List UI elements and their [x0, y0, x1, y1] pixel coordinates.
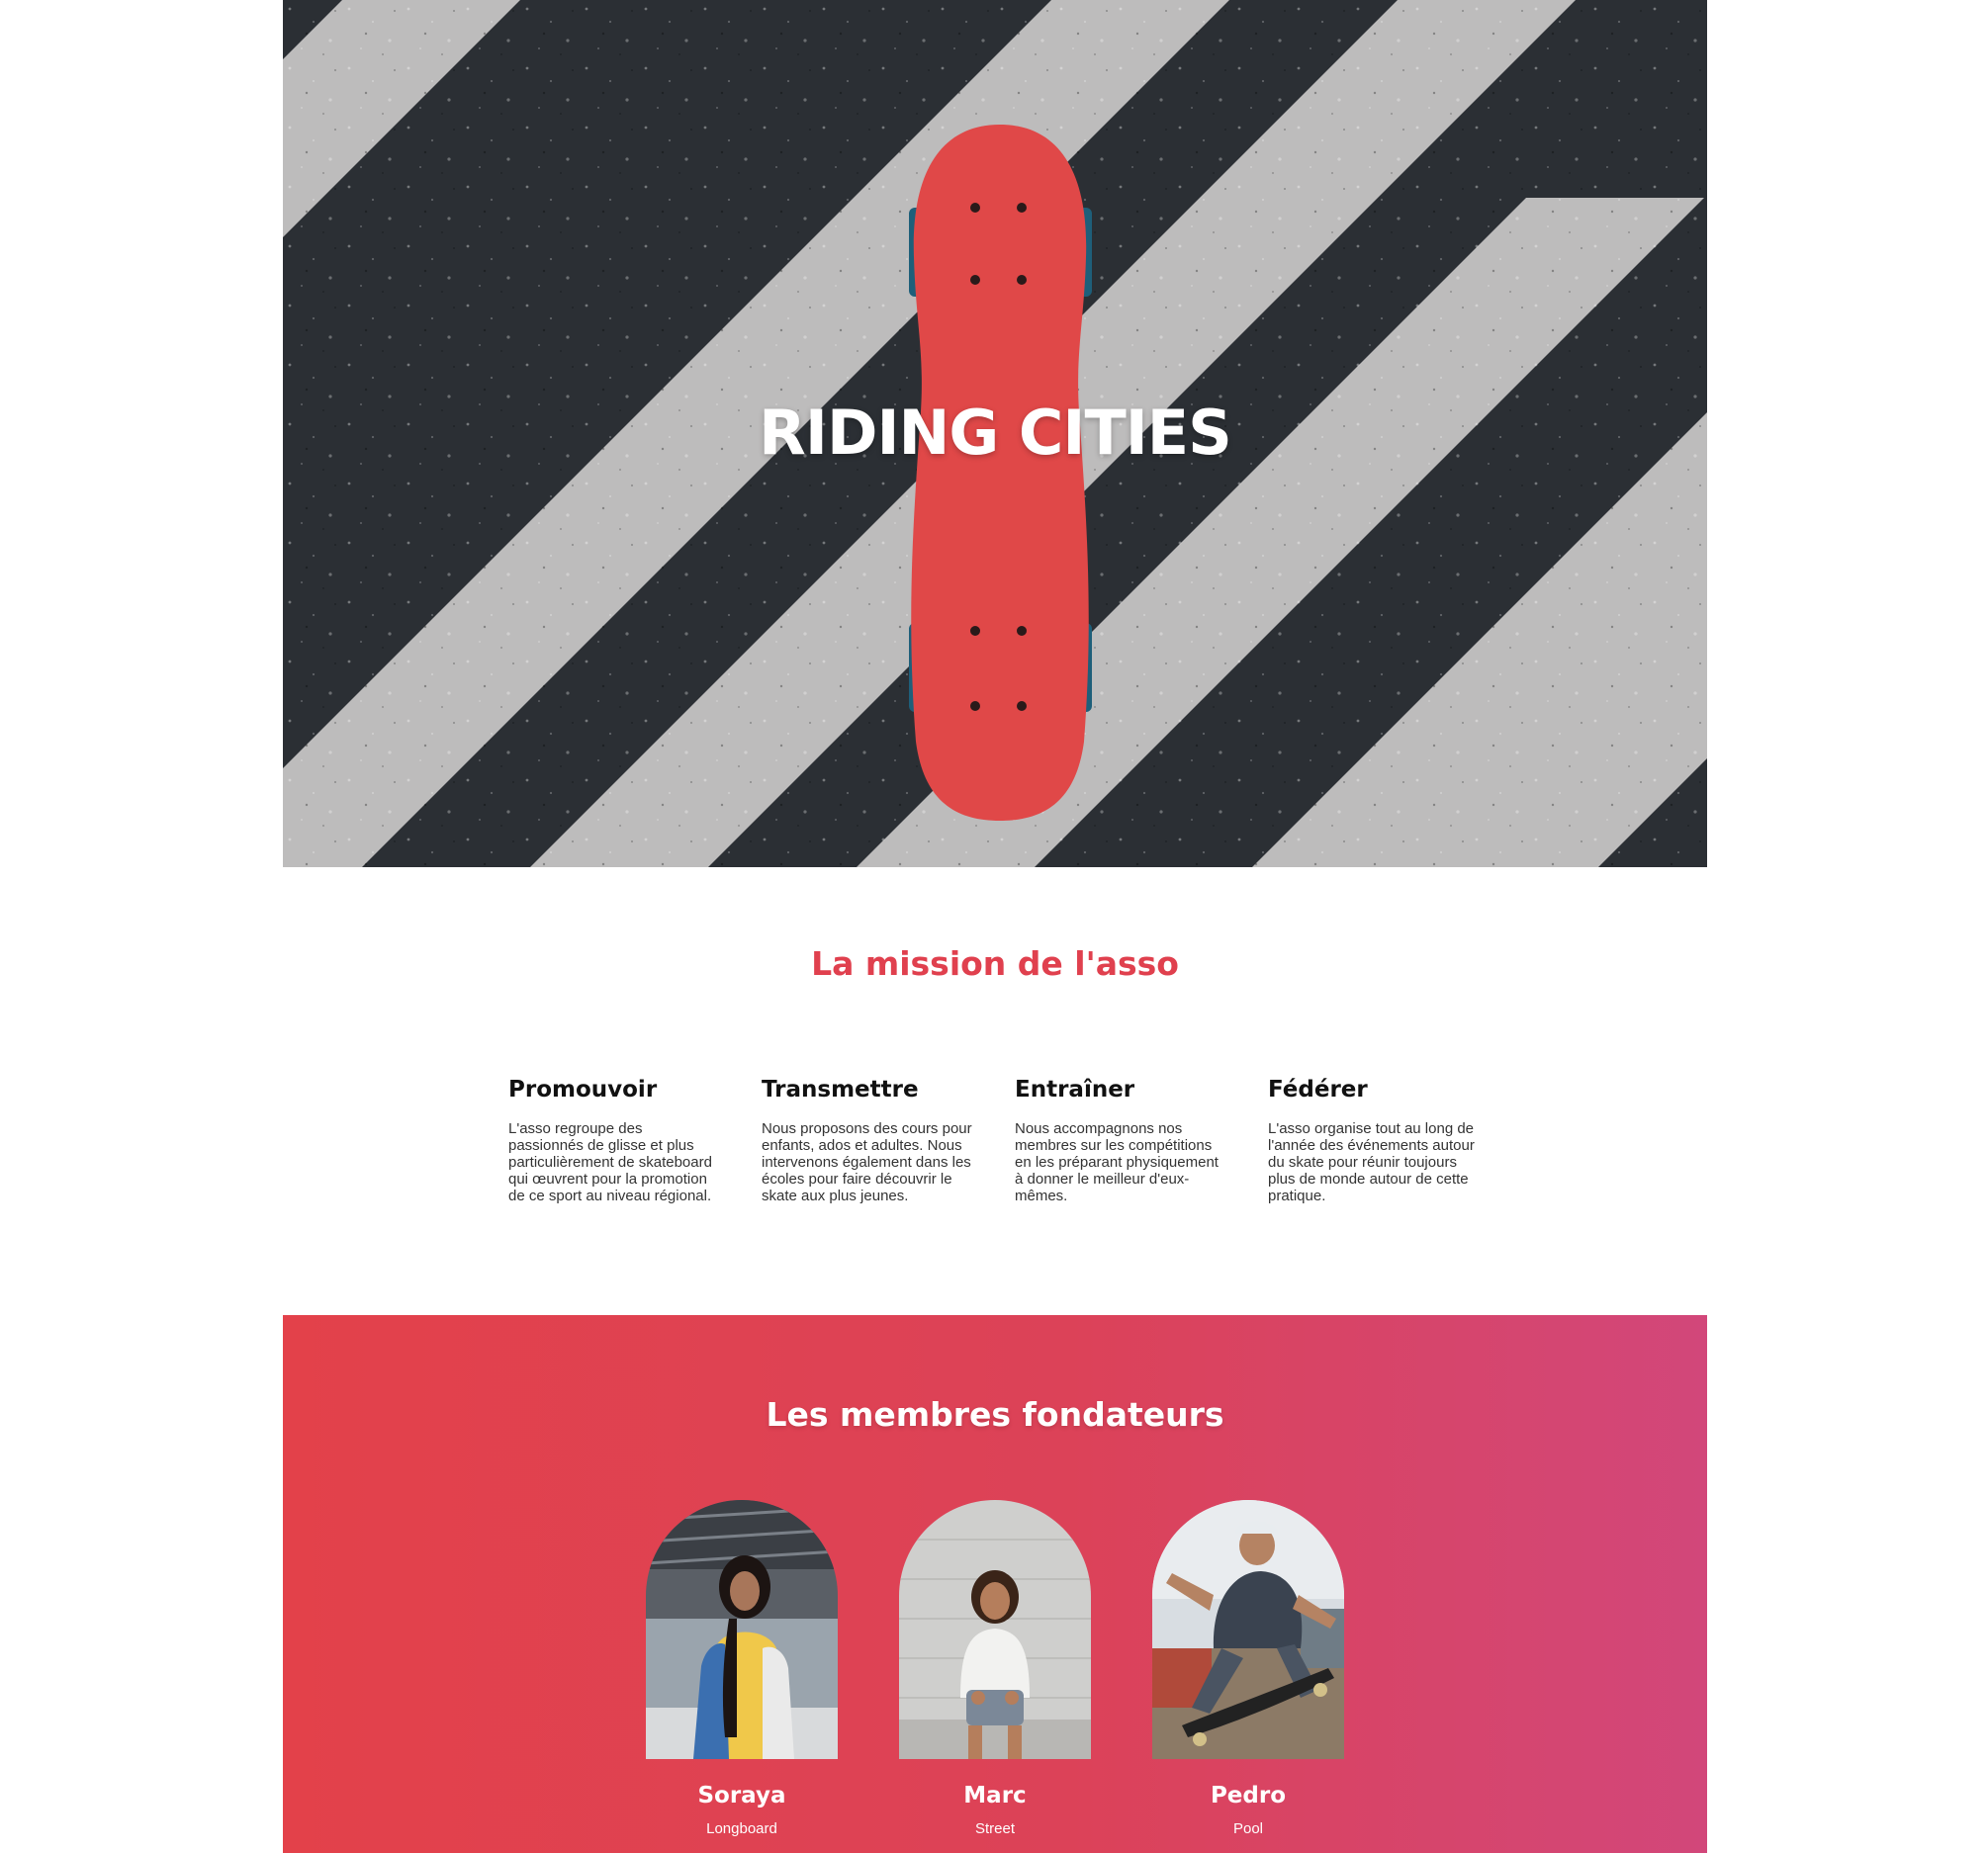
member-name: Marc	[963, 1783, 1027, 1809]
member-photo	[899, 1500, 1091, 1759]
member-role: Longboard	[706, 1820, 777, 1837]
member-name: Soraya	[697, 1783, 786, 1809]
member-photo	[646, 1500, 838, 1759]
members-section: Les membres fondateurs Soraya Longboard …	[283, 1315, 1707, 1853]
page: RIDING CITIES La mission de l'asso Promo…	[283, 0, 1707, 1853]
mission-title: La mission de l'asso	[811, 944, 1179, 983]
hero-title: RIDING CITIES	[759, 397, 1232, 469]
mission-item-text: L'asso organise tout au long de l'année …	[1268, 1120, 1475, 1204]
mission-item-text: Nous proposons des cours pour enfants, a…	[762, 1120, 972, 1204]
member-photo	[1152, 1500, 1344, 1759]
member-name: Pedro	[1210, 1783, 1287, 1809]
mission-item-title: Promouvoir	[508, 1077, 658, 1103]
mission-item-text: L'asso regroupe des passionnés de glisse…	[508, 1120, 712, 1204]
member-card-marc: Marc Street	[899, 1500, 1091, 1838]
mission-item-title: Transmettre	[762, 1077, 919, 1103]
mission-item-entrainer: Entraîner Nous accompagnons nos membres …	[1015, 1073, 1227, 1204]
mission-item-title: Fédérer	[1268, 1077, 1368, 1103]
mission-item-title: Entraîner	[1015, 1077, 1135, 1103]
mission-item-transmettre: Transmettre Nous proposons des cours pou…	[762, 1073, 974, 1204]
member-role: Street	[974, 1820, 1016, 1837]
mission-item-promouvoir: Promouvoir L'asso regroupe des passionné…	[508, 1073, 721, 1204]
member-card-pedro: Pedro Pool	[1152, 1500, 1344, 1838]
member-role: Pool	[1232, 1820, 1264, 1837]
member-card-soraya: Soraya Longboard	[646, 1500, 838, 1838]
members-title: Les membres fondateurs	[766, 1395, 1224, 1434]
hero-section: RIDING CITIES	[283, 0, 1707, 867]
mission-item-text: Nous accompagnons nos membres sur les co…	[1015, 1120, 1219, 1204]
mission-item-federer: Fédérer L'asso organise tout au long de …	[1268, 1073, 1481, 1204]
